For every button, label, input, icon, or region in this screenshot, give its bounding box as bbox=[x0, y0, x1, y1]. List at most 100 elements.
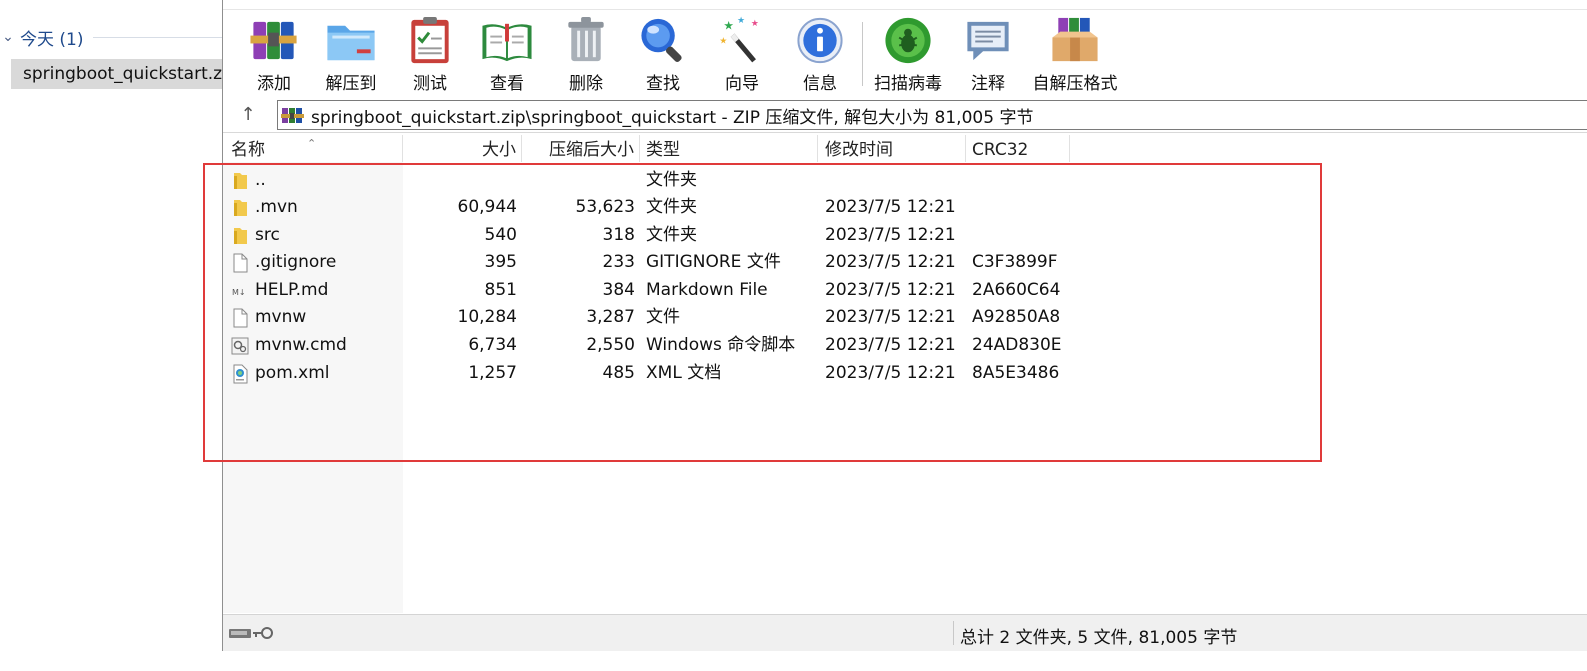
toolbar-separator bbox=[862, 22, 863, 86]
file-crc: 24AD830E bbox=[972, 335, 1062, 355]
file-packed-size: 53,623 bbox=[575, 197, 635, 217]
folder-icon bbox=[234, 228, 247, 244]
file-size: 60,944 bbox=[457, 197, 517, 217]
file-name: .gitignore bbox=[255, 252, 337, 272]
column-header-packed[interactable]: 压缩后大小 bbox=[522, 135, 640, 162]
file-size: 540 bbox=[484, 225, 517, 245]
checklist-icon bbox=[411, 16, 449, 64]
file-type: 文件夹 bbox=[646, 225, 697, 245]
recent-file-item[interactable]: springboot_quickstart.zip bbox=[11, 59, 222, 89]
sfx-button[interactable]: 自解压格式 bbox=[1031, 10, 1119, 94]
trash-icon bbox=[568, 16, 604, 62]
address-bar[interactable]: springboot_quickstart.zip\springboot_qui… bbox=[277, 100, 1587, 130]
file-size: 10,284 bbox=[457, 307, 517, 327]
group-divider bbox=[93, 36, 222, 38]
delete-button[interactable]: 删除 bbox=[547, 10, 625, 94]
file-row[interactable]: .mvn 60,944 53,623 文件夹 2023/7/5 12:21 bbox=[223, 194, 1587, 221]
file-modified: 2023/7/5 12:21 bbox=[825, 225, 956, 245]
toolbar: 添加 解压到 测试 查看 删除 查找 ★ ★ ★ ★ 向导 信息 扫描病毒 注释… bbox=[223, 10, 1587, 94]
wizard-button[interactable]: ★ ★ ★ ★ 向导 bbox=[703, 10, 781, 94]
column-header-type[interactable]: 类型 bbox=[640, 135, 818, 162]
group-header-today[interactable]: ⌄ 今天 (1) bbox=[0, 24, 222, 50]
svg-text:★: ★ bbox=[723, 19, 734, 33]
extract-folder-icon bbox=[327, 25, 375, 61]
file-name: HELP.md bbox=[255, 280, 329, 300]
column-header-modified[interactable]: 修改时间 bbox=[818, 135, 966, 162]
file-type: 文件夹 bbox=[646, 170, 697, 190]
file-packed-size: 485 bbox=[602, 363, 635, 383]
file-row[interactable]: M↓ HELP.md 851 384 Markdown File 2023/7/… bbox=[223, 277, 1587, 304]
file-name: pom.xml bbox=[255, 363, 330, 383]
view-button[interactable]: 查看 bbox=[468, 10, 546, 94]
file-row[interactable]: .gitignore 395 233 GITIGNORE 文件 2023/7/5… bbox=[223, 249, 1587, 276]
column-header-type-label: 类型 bbox=[646, 140, 680, 160]
column-header-packed-label: 压缩后大小 bbox=[549, 140, 634, 160]
file-row[interactable]: mvnw 10,284 3,287 文件 2023/7/5 12:21 A928… bbox=[223, 304, 1587, 331]
file-modified: 2023/7/5 12:21 bbox=[825, 252, 956, 272]
file-icon bbox=[233, 308, 248, 328]
virus-scan-button[interactable]: 扫描病毒 bbox=[868, 10, 948, 94]
comment-label: 注释 bbox=[971, 74, 1005, 94]
svg-text:★: ★ bbox=[751, 19, 759, 29]
file-row[interactable]: .. 文件夹 bbox=[223, 167, 1587, 194]
explorer-pane: ⌄ 今天 (1) springboot_quickstart.zip bbox=[0, 0, 222, 671]
column-headers: ⌃ 名称 大小 压缩后大小 类型 修改时间 CRC32 bbox=[223, 135, 1587, 162]
drive-key-icon bbox=[229, 627, 273, 639]
file-type: Windows 命令脚本 bbox=[646, 335, 796, 355]
menu-bar-clipped bbox=[223, 0, 1587, 10]
info-label: 信息 bbox=[803, 74, 837, 94]
sort-ascending-icon: ⌃ bbox=[307, 137, 317, 150]
file-size: 851 bbox=[484, 280, 517, 300]
address-row: ↑ springboot_quickstart.zip\springboot_q… bbox=[223, 98, 1587, 133]
cmd-script-icon bbox=[231, 337, 249, 355]
column-header-crc[interactable]: CRC32 bbox=[966, 135, 1070, 162]
view-label: 查看 bbox=[490, 74, 524, 94]
address-path: springboot_quickstart.zip\springboot_qui… bbox=[311, 107, 1034, 128]
column-header-size[interactable]: 大小 bbox=[403, 135, 522, 162]
file-packed-size: 3,287 bbox=[586, 307, 635, 327]
folder-icon bbox=[234, 173, 247, 189]
wizard-label: 向导 bbox=[725, 74, 759, 94]
column-header-modified-label: 修改时间 bbox=[825, 140, 893, 160]
file-row[interactable]: pom.xml 1,257 485 XML 文档 2023/7/5 12:21 … bbox=[223, 360, 1587, 387]
winrar-archive-icon bbox=[281, 108, 304, 123]
folder-icon bbox=[234, 200, 247, 216]
file-type: GITIGNORE 文件 bbox=[646, 252, 781, 272]
column-header-name[interactable]: ⌃ 名称 bbox=[223, 135, 403, 162]
find-button[interactable]: 查找 bbox=[624, 10, 702, 94]
file-type: XML 文档 bbox=[646, 363, 722, 383]
xml-icon bbox=[233, 364, 248, 384]
add-label: 添加 bbox=[257, 74, 291, 94]
status-bar: 总计 2 文件夹, 5 文件, 81,005 字节 bbox=[223, 614, 1587, 651]
file-modified: 2023/7/5 12:21 bbox=[825, 197, 956, 217]
file-row[interactable]: src 540 318 文件夹 2023/7/5 12:21 bbox=[223, 222, 1587, 249]
file-size: 395 bbox=[484, 252, 517, 272]
file-name: .mvn bbox=[255, 197, 298, 217]
add-button[interactable]: 添加 bbox=[235, 10, 313, 94]
sfx-box-icon bbox=[1052, 17, 1098, 62]
comment-button[interactable]: 注释 bbox=[949, 10, 1027, 94]
file-modified: 2023/7/5 12:21 bbox=[825, 280, 956, 300]
file-packed-size: 318 bbox=[602, 225, 635, 245]
info-icon bbox=[797, 17, 843, 64]
file-crc: A92850A8 bbox=[972, 307, 1061, 327]
file-icon bbox=[233, 253, 248, 273]
up-arrow-icon[interactable]: ↑ bbox=[235, 103, 261, 127]
file-row[interactable]: mvnw.cmd 6,734 2,550 Windows 命令脚本 2023/7… bbox=[223, 332, 1587, 359]
file-packed-size bbox=[522, 167, 635, 194]
column-header-name-label: 名称 bbox=[231, 140, 265, 160]
chevron-down-icon[interactable]: ⌄ bbox=[0, 29, 18, 45]
test-button[interactable]: 测试 bbox=[391, 10, 469, 94]
info-button[interactable]: 信息 bbox=[781, 10, 859, 94]
file-packed-size: 233 bbox=[602, 252, 635, 272]
file-name: src bbox=[255, 225, 280, 245]
file-type: 文件 bbox=[646, 307, 680, 327]
file-size: 1,257 bbox=[468, 363, 517, 383]
sfx-label: 自解压格式 bbox=[1032, 74, 1118, 94]
file-name: mvnw bbox=[255, 307, 307, 327]
extract-to-button[interactable]: 解压到 bbox=[312, 10, 390, 94]
file-name: .. bbox=[255, 170, 266, 190]
file-name: mvnw.cmd bbox=[255, 335, 347, 355]
virus-scan-label: 扫描病毒 bbox=[874, 74, 942, 94]
svg-text:★: ★ bbox=[719, 36, 727, 46]
